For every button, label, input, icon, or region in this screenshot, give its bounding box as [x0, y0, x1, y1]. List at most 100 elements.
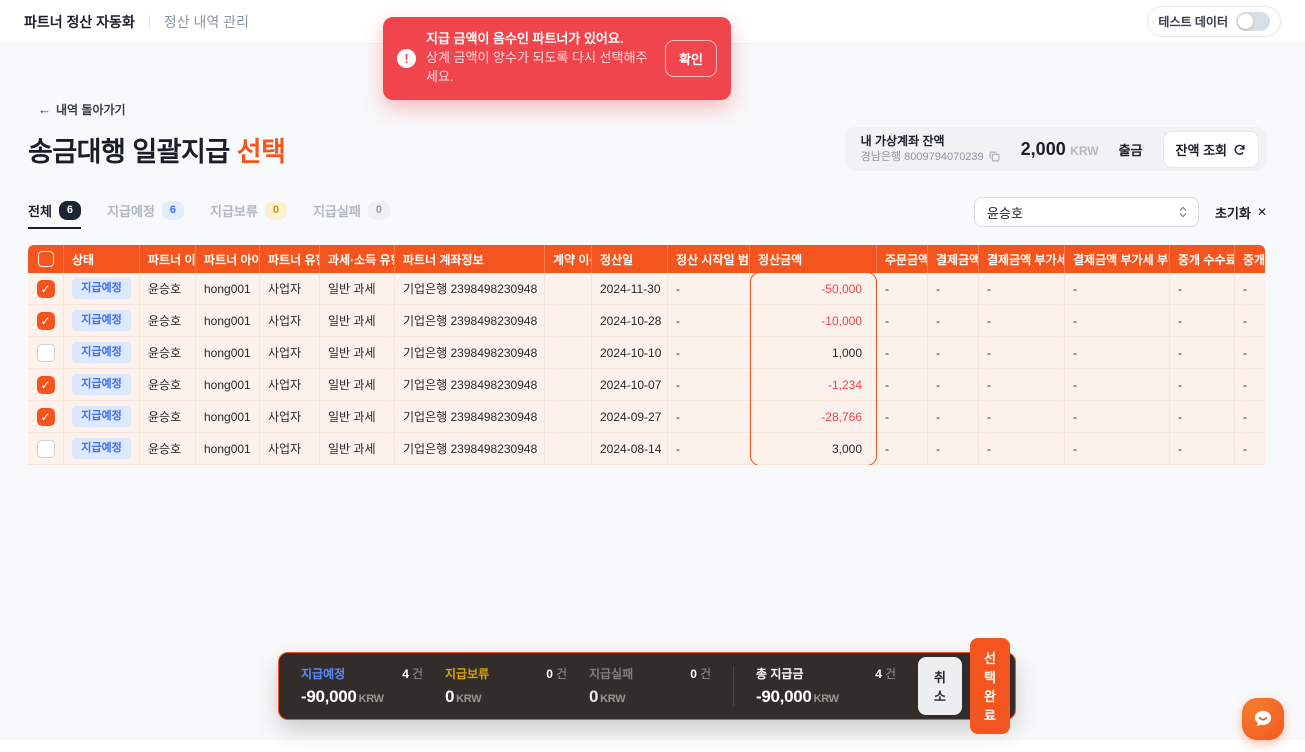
- balance-account-number: 경남은행 8009794070239: [861, 150, 984, 164]
- tab-count-badge: 0: [368, 201, 390, 220]
- summary-item-failed: 지급실패 0건 0KRW: [589, 665, 711, 707]
- column-header: 주문금액: [877, 245, 928, 273]
- table-row: ✓지급예정윤승호hong001사업자일반 과세기업은행 239849823094…: [28, 305, 1265, 337]
- table-cell: -: [668, 369, 750, 400]
- nav-item-settlement-history[interactable]: 정산 내역 관리: [164, 12, 249, 32]
- row-checkbox[interactable]: ✓: [37, 376, 55, 394]
- table-cell: 사업자: [260, 273, 320, 304]
- table-cell: [545, 369, 592, 400]
- table-cell: -: [1235, 401, 1265, 432]
- table-cell: hong001: [196, 337, 260, 368]
- cell-status: 지급예정: [64, 401, 140, 432]
- summary-item-count: 0건: [546, 665, 567, 682]
- summary-item-label: 지급예정: [301, 665, 345, 682]
- table-row: ✓지급예정윤승호hong001사업자일반 과세기업은행 239849823094…: [28, 273, 1265, 305]
- cell-settlement-amount: 1,000: [750, 337, 877, 368]
- row-checkbox[interactable]: ✓: [37, 408, 55, 426]
- summary-item-label: 지급실패: [589, 665, 633, 682]
- tab-count-badge: 6: [59, 201, 81, 220]
- table-cell: -: [1170, 305, 1235, 336]
- row-checkbox[interactable]: [37, 440, 55, 458]
- tab-scheduled[interactable]: 지급예정6: [107, 201, 184, 229]
- confirm-selection-button[interactable]: 선택완료: [970, 638, 1010, 734]
- test-data-control: 테스트 데이터: [1147, 6, 1281, 37]
- table-cell: -: [668, 305, 750, 336]
- tab-count-badge: 0: [265, 201, 287, 220]
- tab-all[interactable]: 전체6: [28, 201, 81, 229]
- row-checkbox[interactable]: ✓: [37, 280, 55, 298]
- table-cell: -: [1235, 305, 1265, 336]
- table-cell: 윤승호: [140, 401, 196, 432]
- row-checkbox[interactable]: [37, 344, 55, 362]
- table-cell: 2024-10-10: [592, 337, 668, 368]
- summary-item-count: 0건: [690, 665, 711, 682]
- tab-held[interactable]: 지급보류 0: [210, 201, 287, 229]
- partner-select[interactable]: 윤승호: [974, 197, 1199, 227]
- table-cell: -: [877, 369, 928, 400]
- balance-amount-group: 2,000 KRW: [1021, 139, 1099, 160]
- select-chevron-icon: [1178, 205, 1188, 219]
- cell-status: 지급예정: [64, 273, 140, 304]
- back-link[interactable]: ← 내역 돌아가기: [38, 101, 126, 118]
- table-cell: -: [979, 401, 1065, 432]
- chat-widget-button[interactable]: [1242, 698, 1284, 740]
- table-cell: -: [668, 401, 750, 432]
- balance-label: 내 가상계좌 잔액: [861, 134, 1001, 150]
- table-row: 지급예정윤승호hong001사업자일반 과세기업은행 2398498230948…: [28, 337, 1265, 369]
- column-header: 과세·소득 유형: [320, 245, 395, 273]
- cell-settlement-amount: 3,000: [750, 433, 877, 464]
- table-cell: -: [668, 433, 750, 464]
- selection-summary-bar: 지급예정4건-90,000KRW지급보류0건0KRW지급실패0건0KRW 총 지…: [278, 652, 1016, 720]
- table-cell: 사업자: [260, 401, 320, 432]
- withdraw-button[interactable]: 출금: [1119, 140, 1143, 159]
- table-cell: 사업자: [260, 433, 320, 464]
- table-cell: 기업은행 2398498230948: [395, 401, 545, 432]
- table-cell: 일반 과세: [320, 433, 395, 464]
- table-cell: -: [1170, 401, 1235, 432]
- table-cell: -: [877, 273, 928, 304]
- toast-confirm-button[interactable]: 확인: [665, 40, 717, 77]
- table-cell: -: [877, 305, 928, 336]
- cell-settlement-amount: -1,234: [750, 369, 877, 400]
- table-cell: [545, 401, 592, 432]
- table-cell: hong001: [196, 273, 260, 304]
- table-cell: -: [668, 337, 750, 368]
- table-cell: 일반 과세: [320, 401, 395, 432]
- summary-divider: [733, 666, 734, 706]
- summary-items: 지급예정4건-90,000KRW지급보류0건0KRW지급실패0건0KRW: [301, 665, 711, 707]
- app-title: 파트너 정산 자동화: [24, 12, 135, 32]
- table-cell: [545, 305, 592, 336]
- status-tabs: 전체6지급예정6지급보류0지급실패0: [28, 201, 390, 229]
- status-badge: 지급예정: [72, 310, 130, 330]
- toast-message: 지급 금액이 음수인 파트너가 있어요. 상계 금액이 양수가 되도록 다시 선…: [426, 30, 655, 87]
- table-cell: -: [1170, 433, 1235, 464]
- tab-count-badge: 6: [162, 201, 184, 220]
- table-body: ✓지급예정윤승호hong001사업자일반 과세기업은행 239849823094…: [28, 273, 1265, 465]
- reset-filter-button[interactable]: 초기화 ✕: [1215, 203, 1267, 222]
- cancel-button[interactable]: 취소: [918, 657, 962, 715]
- table-row: 지급예정윤승호hong001사업자일반 과세기업은행 2398498230948…: [28, 433, 1265, 465]
- table-cell: hong001: [196, 369, 260, 400]
- copy-icon[interactable]: [988, 150, 1001, 163]
- column-header: 파트너 계좌정보: [395, 245, 545, 273]
- summary-item-amount: 0KRW: [445, 687, 567, 707]
- balance-refresh-button[interactable]: 잔액 조회: [1163, 131, 1259, 168]
- test-data-toggle[interactable]: [1236, 12, 1270, 31]
- cell-settlement-amount: -28,766: [750, 401, 877, 432]
- exclamation-icon: !: [397, 49, 416, 68]
- balance-currency: KRW: [1070, 144, 1098, 158]
- select-all-checkbox[interactable]: [38, 251, 54, 267]
- row-checkbox[interactable]: ✓: [37, 312, 55, 330]
- back-link-label: 내역 돌아가기: [56, 101, 126, 118]
- table-cell: 2024-10-28: [592, 305, 668, 336]
- summary-item-scheduled: 지급예정4건-90,000KRW: [301, 665, 423, 707]
- tab-label: 지급보류: [210, 201, 258, 220]
- test-data-label: 테스트 데이터: [1158, 13, 1228, 30]
- settlement-table: 상태파트너 이름파트너 아이디파트너 유형과세·소득 유형파트너 계좌정보계약 …: [28, 245, 1265, 465]
- table-cell: hong001: [196, 305, 260, 336]
- table-cell: 2024-10-07: [592, 369, 668, 400]
- summary-item-amount: 0KRW: [589, 687, 711, 707]
- tab-failed[interactable]: 지급실패0: [313, 201, 390, 229]
- cell-status: 지급예정: [64, 305, 140, 336]
- column-header: 파트너 이름: [140, 245, 196, 273]
